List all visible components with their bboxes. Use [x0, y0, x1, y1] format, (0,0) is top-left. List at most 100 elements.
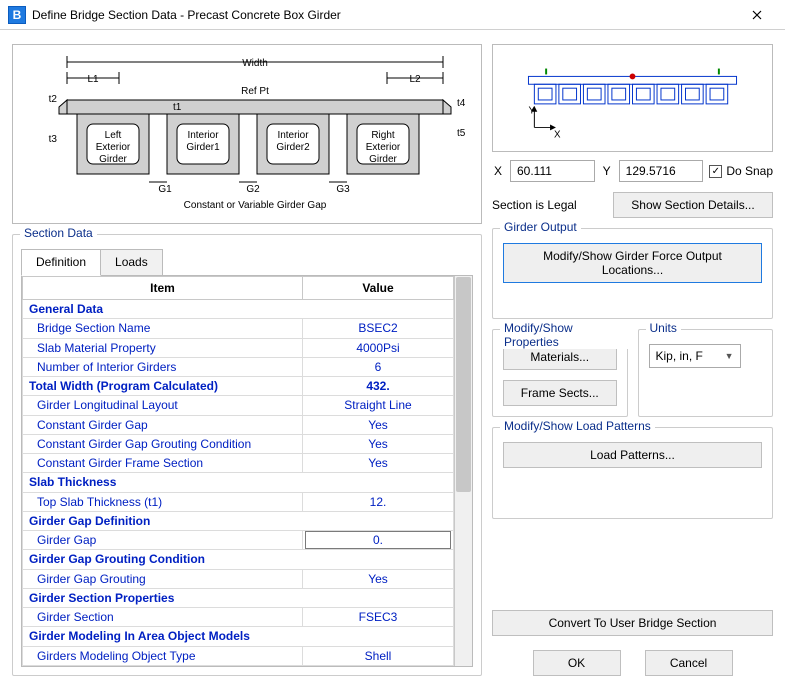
table-row[interactable]: Constant Girder GapYes — [23, 415, 454, 434]
svg-text:Exterior: Exterior — [366, 142, 401, 153]
svg-text:Girder: Girder — [369, 154, 397, 165]
grid-item-label: Constant Girder Gap Grouting Condition — [23, 434, 303, 453]
svg-text:Ref Pt: Ref Pt — [241, 86, 269, 97]
convert-button[interactable]: Convert To User Bridge Section — [492, 610, 773, 636]
y-input[interactable] — [619, 160, 704, 182]
table-row[interactable]: Girder Longitudinal LayoutStraight Line — [23, 396, 454, 415]
table-row[interactable]: General Data — [23, 300, 454, 319]
grid-item-label: Girder Longitudinal Layout — [23, 396, 303, 415]
grid-item-label: Constant Girder Gap — [23, 415, 303, 434]
table-row[interactable]: Slab Material Property4000Psi — [23, 338, 454, 357]
table-row[interactable]: Girder Gap — [23, 531, 454, 550]
grid-item-value[interactable]: 12. — [303, 492, 454, 511]
checkbox-icon: ✓ — [709, 165, 722, 178]
section-data-legend: Section Data — [20, 226, 97, 240]
window-title: Define Bridge Section Data - Precast Con… — [32, 8, 737, 22]
grid-item-value[interactable]: Yes — [303, 454, 454, 473]
grid-item-value[interactable]: Yes — [303, 434, 454, 453]
section-legal-text: Section is Legal — [492, 198, 603, 212]
tab-content: Item Value General DataBridge Section Na… — [21, 275, 473, 667]
modify-props-legend: Modify/Show Properties — [500, 321, 628, 349]
tab-loads[interactable]: Loads — [101, 249, 163, 276]
svg-text:X: X — [554, 129, 561, 140]
svg-text:Interior: Interior — [187, 130, 219, 141]
table-row[interactable]: Girders Modeling Object TypeShell — [23, 646, 454, 666]
grid-item-label: Number of Interior Girders — [23, 357, 303, 376]
units-fieldset: Units Kip, in, F ▼ — [638, 329, 774, 417]
modify-props-fieldset: Modify/Show Properties Materials... Fram… — [492, 329, 628, 417]
svg-text:t5: t5 — [457, 128, 466, 139]
svg-text:t4: t4 — [457, 98, 466, 109]
girder-output-fieldset: Girder Output Modify/Show Girder Force O… — [492, 228, 773, 319]
do-snap-checkbox[interactable]: ✓ Do Snap — [709, 164, 773, 178]
table-row[interactable]: Number of Interior Girders6 — [23, 357, 454, 376]
svg-text:t2: t2 — [49, 94, 58, 105]
table-row[interactable]: Bridge Section NameBSEC2 — [23, 319, 454, 338]
grid-item-label: Bridge Section Name — [23, 319, 303, 338]
grid-item-label: Slab Material Property — [23, 338, 303, 357]
girder-output-legend: Girder Output — [500, 220, 581, 234]
grid-edit-input[interactable] — [305, 531, 451, 549]
units-legend: Units — [646, 321, 681, 335]
grid-item-value[interactable]: BSEC2 — [303, 319, 454, 338]
table-row[interactable]: Constant Girder Frame SectionYes — [23, 454, 454, 473]
grid-item-value[interactable]: 6 — [303, 357, 454, 376]
ok-button[interactable]: OK — [533, 650, 621, 676]
grid-item-value[interactable]: Shell — [303, 646, 454, 666]
svg-text:t3: t3 — [49, 134, 58, 145]
grid-section-header: General Data — [23, 300, 454, 319]
scrollbar-thumb[interactable] — [456, 277, 471, 492]
table-row[interactable]: Girder Gap GroutingYes — [23, 569, 454, 588]
section-preview-svg: Y X — [493, 45, 772, 151]
table-row[interactable]: Girder Section Properties — [23, 588, 454, 607]
frame-sects-button[interactable]: Frame Sects... — [503, 380, 617, 406]
svg-text:Left: Left — [105, 130, 122, 141]
grid-item-value[interactable]: Yes — [303, 415, 454, 434]
grid-item-label: Total Width (Program Calculated) — [23, 377, 303, 396]
y-label: Y — [601, 164, 613, 178]
table-row[interactable]: Total Width (Program Calculated)432. — [23, 377, 454, 396]
girder-output-button[interactable]: Modify/Show Girder Force Output Location… — [503, 243, 762, 283]
table-row[interactable]: Top Slab Thickness (t1)12. — [23, 492, 454, 511]
property-grid[interactable]: Item Value General DataBridge Section Na… — [22, 276, 454, 666]
svg-text:G1: G1 — [158, 184, 172, 195]
grid-item-value[interactable]: Straight Line — [303, 396, 454, 415]
show-section-details-button[interactable]: Show Section Details... — [613, 192, 773, 218]
svg-text:Girder2: Girder2 — [276, 142, 310, 153]
table-row[interactable]: Constant Girder Gap Grouting ConditionYe… — [23, 434, 454, 453]
grid-item-label: Top Slab Thickness (t1) — [23, 492, 303, 511]
table-row[interactable]: Girder SectionFSEC3 — [23, 608, 454, 627]
svg-text:Y: Y — [528, 106, 535, 117]
load-patterns-button[interactable]: Load Patterns... — [503, 442, 762, 468]
grid-item-value — [303, 531, 454, 550]
grid-item-label: Girder Section — [23, 608, 303, 627]
svg-text:Constant or Variable Girder Ga: Constant or Variable Girder Gap — [184, 200, 327, 211]
section-preview-panel[interactable]: Y X — [492, 44, 773, 152]
tab-definition[interactable]: Definition — [21, 249, 101, 276]
chevron-down-icon: ▼ — [725, 351, 734, 361]
svg-text:Girder1: Girder1 — [186, 142, 220, 153]
table-row[interactable]: Slab Thickness — [23, 473, 454, 492]
cancel-button[interactable]: Cancel — [645, 650, 733, 676]
x-input[interactable] — [510, 160, 595, 182]
svg-text:Width: Width — [242, 58, 268, 69]
grid-item-value[interactable]: Yes — [303, 569, 454, 588]
grid-item-value[interactable]: FSEC3 — [303, 608, 454, 627]
close-icon — [752, 10, 762, 20]
units-select[interactable]: Kip, in, F ▼ — [649, 344, 741, 368]
table-row[interactable]: Girder Gap Grouting Condition — [23, 550, 454, 569]
svg-text:G3: G3 — [336, 184, 350, 195]
table-row[interactable]: Girder Gap Definition — [23, 511, 454, 530]
app-icon: B — [8, 6, 26, 24]
grid-item-label: Girder Gap Grouting — [23, 569, 303, 588]
grid-section-header: Girder Modeling In Area Object Models — [23, 627, 454, 646]
grid-header-item: Item — [23, 277, 303, 300]
grid-item-value[interactable]: 4000Psi — [303, 338, 454, 357]
table-row[interactable]: Girder Modeling In Area Object Models — [23, 627, 454, 646]
scrollbar-vertical[interactable] — [454, 276, 472, 666]
section-diagram-svg: Width L1 L2 Ref Pt t2 t3 t — [27, 48, 467, 220]
close-button[interactable] — [737, 1, 777, 29]
x-label: X — [492, 164, 504, 178]
grid-item-value[interactable]: 432. — [303, 377, 454, 396]
grid-item-label: Girder Gap — [23, 531, 303, 550]
